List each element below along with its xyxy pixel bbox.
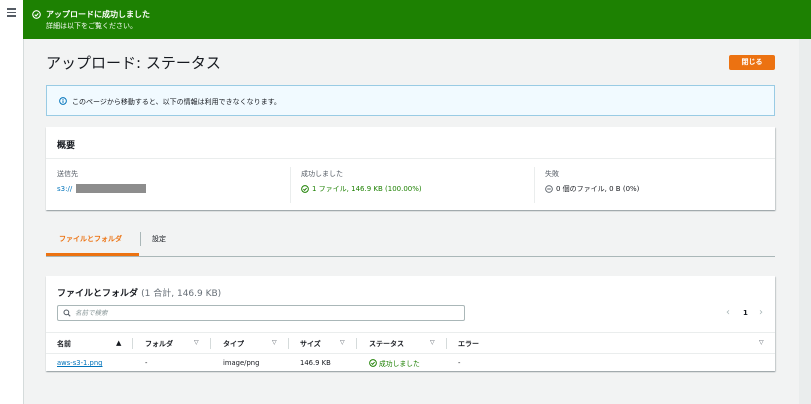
file-size: 146.9 KB xyxy=(300,359,331,367)
summary-header: 概要 xyxy=(46,127,775,159)
failed-value: 0 個のファイル, 0 B (0%) xyxy=(556,185,640,193)
succeeded-value: 1 ファイル, 146.9 KB (100.00%) xyxy=(312,185,422,193)
column-divider xyxy=(356,338,357,349)
success-check-icon xyxy=(32,10,41,19)
sort-icon[interactable]: ▽ xyxy=(759,339,764,346)
failed-column: 失敗 0 個のファイル, 0 B (0%) xyxy=(545,169,639,194)
sort-icon[interactable]: ▽ xyxy=(272,339,277,346)
column-header-folder[interactable]: フォルダ xyxy=(145,339,173,349)
summary-panel: 概要 送信先 s3:// 成功しました 1 ファイル, 146.9 KB (10… xyxy=(46,127,775,210)
column-divider xyxy=(446,338,447,349)
column-header-size[interactable]: サイズ xyxy=(300,339,321,349)
success-check-icon xyxy=(369,359,377,367)
success-flash-banner: アップロードに成功しました 詳細は以下をご覧ください。 xyxy=(23,0,811,39)
pagination: ‹ 1 › xyxy=(723,307,768,319)
column-divider xyxy=(132,338,133,349)
column-header-name[interactable]: 名前 xyxy=(57,339,71,349)
page-title: アップロード: ステータス xyxy=(46,54,221,72)
destination-label: 送信先 xyxy=(57,170,78,178)
info-text: このページから移動すると、以下の情報は利用できなくなります。 xyxy=(72,98,281,106)
info-icon xyxy=(59,97,67,105)
file-status-text: 成功しました xyxy=(379,360,420,368)
table-header: 名前 ▲ フォルダ ▽ タイプ ▽ サイズ ▽ ステータス ▽ エラー ▽ xyxy=(46,332,775,354)
tab-bar: ファイルとフォルダ 設定 xyxy=(46,224,775,257)
failed-minus-icon xyxy=(545,185,553,193)
destination-link[interactable]: s3:// xyxy=(57,185,72,193)
menu-icon[interactable] xyxy=(7,8,16,19)
files-panel: ファイルとフォルダ (1 合計, 146.9 KB) ‹ 1 › 名前 ▲ フォ… xyxy=(46,276,775,371)
succeeded-label: 成功しました xyxy=(301,170,343,178)
success-check-icon xyxy=(301,185,309,193)
flash-title: アップロードに成功しました xyxy=(46,10,150,19)
redacted-bucket-name xyxy=(76,184,147,193)
tab-separator xyxy=(140,232,141,246)
tab-settings[interactable]: 設定 xyxy=(152,234,166,244)
summary-heading: 概要 xyxy=(57,141,76,151)
search-icon xyxy=(63,309,71,317)
file-type: image/png xyxy=(223,359,260,367)
search-box xyxy=(57,305,465,321)
files-heading: ファイルとフォルダ (1 合計, 146.9 KB) xyxy=(57,286,221,299)
column-divider xyxy=(290,167,291,203)
succeeded-column: 成功しました 1 ファイル, 146.9 KB (100.00%) xyxy=(301,169,422,194)
file-status: 成功しました xyxy=(369,358,420,368)
failed-label: 失敗 xyxy=(545,170,559,178)
column-divider xyxy=(288,338,289,349)
sort-ascending-icon[interactable]: ▲ xyxy=(116,339,121,347)
active-tab-indicator xyxy=(46,253,139,256)
tab-files-and-folders[interactable]: ファイルとフォルダ xyxy=(59,234,122,244)
right-scroll-track[interactable] xyxy=(799,39,811,404)
next-page-icon[interactable]: › xyxy=(759,307,763,318)
column-divider xyxy=(210,338,211,349)
sort-icon[interactable]: ▽ xyxy=(340,339,345,346)
column-header-status[interactable]: ステータス xyxy=(369,339,404,349)
side-navigation xyxy=(0,0,24,404)
column-header-type[interactable]: タイプ xyxy=(223,339,244,349)
sort-icon[interactable]: ▽ xyxy=(194,339,199,346)
close-button[interactable]: 閉じる xyxy=(729,55,775,70)
previous-page-icon[interactable]: ‹ xyxy=(726,307,730,318)
info-alert: このページから移動すると、以下の情報は利用できなくなります。 xyxy=(46,85,775,116)
sort-icon[interactable]: ▽ xyxy=(430,339,435,346)
flash-subtitle: 詳細は以下をご覧ください。 xyxy=(46,22,137,30)
column-divider xyxy=(534,167,535,203)
destination-column: 送信先 s3:// xyxy=(57,169,147,193)
files-title: ファイルとフォルダ xyxy=(57,289,139,299)
file-folder: - xyxy=(145,359,148,367)
column-header-error[interactable]: エラー xyxy=(458,339,479,349)
search-input[interactable] xyxy=(75,307,455,319)
file-error: - xyxy=(458,359,461,367)
file-name-link[interactable]: aws-s3-1.png xyxy=(57,359,102,367)
table-row: aws-s3-1.png - image/png 146.9 KB 成功しました… xyxy=(46,355,775,371)
page-number[interactable]: 1 xyxy=(743,309,748,317)
files-count: (1 合計, 146.9 KB) xyxy=(141,289,222,299)
